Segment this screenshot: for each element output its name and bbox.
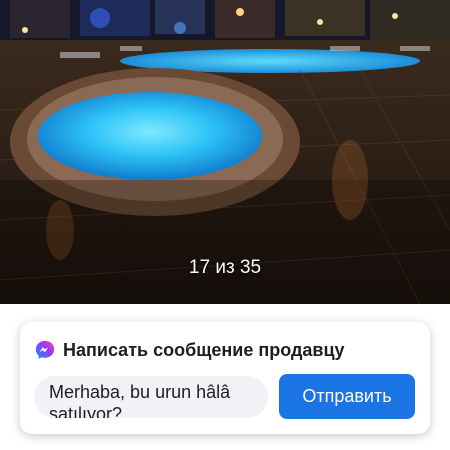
photo-counter: 17 из 35	[188, 257, 262, 278]
contact-seller-header: Написать сообщение продавцу	[34, 338, 345, 362]
messenger-icon	[35, 340, 55, 359]
panel-title: Написать сообщение продавцу	[63, 339, 345, 360]
send-button[interactable]: Отправить	[279, 374, 415, 419]
listing-photo[interactable]: 17 из 35	[0, 0, 450, 304]
message-input[interactable]: Merhaba, bu urun hâlâ satılıyor?	[34, 376, 268, 418]
contact-seller-panel: Написать сообщение продавцу Merhaba, bu …	[20, 322, 430, 434]
message-input-value: Merhaba, bu urun hâlâ satılıyor?	[49, 382, 231, 418]
